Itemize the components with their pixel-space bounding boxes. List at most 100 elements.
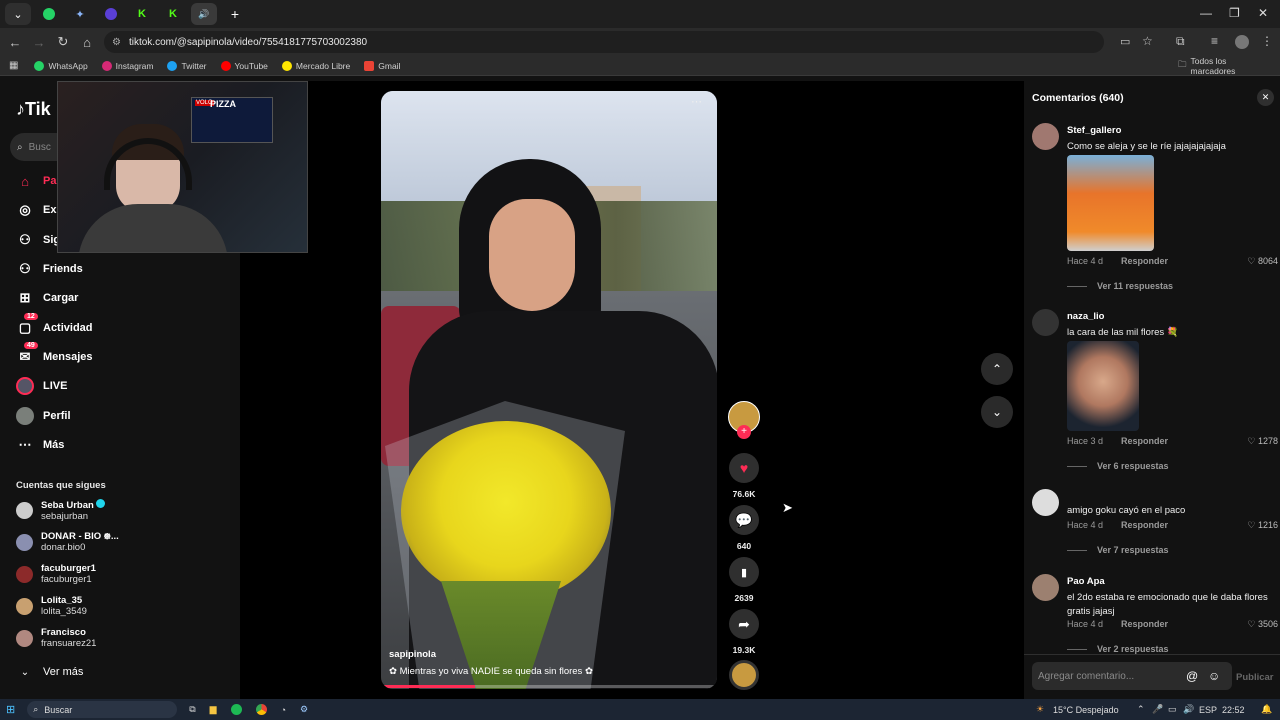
apps-grid-icon[interactable]: ▦ [9,60,18,71]
following-item[interactable]: Francisco fransuarez21 [16,627,96,649]
nav-item-more[interactable]: ⋯ Más [16,436,65,454]
mention-icon[interactable]: @ [1186,669,1198,683]
nav-item-friends[interactable]: ⚇ Friends [16,260,83,278]
comment-user[interactable]: Stef_gallero [1067,125,1121,136]
video-progress-track[interactable] [381,685,717,688]
comment-likes[interactable]: ♡ 1278 [1247,436,1278,447]
comment-likes[interactable]: ♡ 3506 [1247,619,1278,630]
media-control-icon[interactable]: ≡ [1211,34,1218,48]
tab-tiktok-active[interactable]: 🔊 [191,3,217,25]
following-item[interactable]: Lolita_35 lolita_3549 [16,595,87,617]
next-video-button[interactable]: ⌄ [981,396,1013,428]
video-player[interactable]: ⋯ sapipinola ✿ Mientras yo viva NADIE se… [381,91,717,689]
tab-whatsapp[interactable] [36,3,62,25]
all-bookmarks-folder[interactable]: 🗀 Todos los marcadores [1178,56,1266,76]
reload-icon[interactable]: ↻ [51,34,75,50]
bookmark-star-icon[interactable]: ☆ [1142,34,1153,48]
sound-avatar-button[interactable] [726,660,762,690]
comment-input[interactable]: Agregar comentario... @ ☺ [1032,662,1232,690]
bookmark-gmail[interactable]: Gmail [364,60,400,71]
forward-icon[interactable]: → [27,35,51,50]
windows-start-icon[interactable]: ⊞ [6,703,15,716]
close-comments-button[interactable]: ✕ [1257,89,1274,106]
url-field[interactable]: ⚙ tiktok.com/@sapipinola/video/755418177… [104,31,1104,53]
view-replies-button[interactable]: Ver 7 respuestas [1067,545,1169,555]
comment-button[interactable]: 💬 640 [726,505,762,551]
microphone-icon[interactable]: 🎤 [1152,704,1163,715]
volume-icon[interactable]: 🔊 [1183,704,1194,715]
minimize-icon[interactable]: — [1200,6,1212,20]
nav-item-live[interactable]: LIVE [16,377,67,395]
tab-kick-2[interactable]: K [160,3,186,25]
previous-video-button[interactable]: ⌃ [981,353,1013,385]
restore-icon[interactable]: ❐ [1229,6,1240,20]
follow-plus-icon[interactable]: + [737,425,751,439]
back-icon[interactable]: ← [3,35,27,50]
view-replies-button[interactable]: Ver 2 respuestas [1067,644,1169,654]
notification-icon[interactable]: 🔔 [1261,704,1272,715]
avatar[interactable] [1032,574,1059,601]
file-explorer-icon[interactable]: ▆ [210,704,217,715]
save-button[interactable]: ▮ 2639 [726,557,762,603]
nav-item-home[interactable]: ⌂ Pa [16,172,56,190]
bookmark-twitter[interactable]: Twitter [167,60,207,71]
emoji-icon[interactable]: ☺ [1208,669,1220,683]
following-item[interactable]: facuburger1 facuburger1 [16,563,96,585]
view-replies-button[interactable]: Ver 11 respuestas [1067,281,1173,291]
reply-button[interactable]: Responder [1121,619,1168,629]
obs-icon[interactable]: ◔ [281,705,286,715]
close-window-icon[interactable]: ✕ [1258,6,1268,20]
following-item[interactable]: DONAR - BIO ᪥... donar.bio0 [16,531,119,553]
publish-button[interactable]: Publicar [1236,672,1274,683]
nav-item-following[interactable]: ⚇ Sig [16,231,60,249]
nav-item-profile[interactable]: Perfil [16,407,71,425]
task-view-icon[interactable]: ⧉ [189,704,195,715]
see-more-button[interactable]: ⌄ Ver más [16,663,84,681]
avatar[interactable] [1032,123,1059,150]
taskbar-search[interactable]: ⌕ Buscar [27,701,178,718]
tray-chevron-icon[interactable]: ⌃ [1137,704,1145,715]
tab-gemini[interactable]: ✦ [67,3,93,25]
nav-item-activity[interactable]: ▢ 12 Actividad [16,313,93,337]
tab-kick-1[interactable]: K [129,3,155,25]
comment-user[interactable]: Pao Apa [1067,576,1105,587]
comment-image[interactable] [1067,341,1139,431]
view-replies-button[interactable]: Ver 6 respuestas [1067,461,1169,471]
reply-button[interactable]: Responder [1121,256,1168,266]
video-author[interactable]: sapipinola [389,649,436,660]
home-button-icon[interactable]: ⌂ [75,35,99,50]
cast-icon[interactable]: ▭ [1120,35,1130,48]
new-tab-button[interactable]: + [222,3,248,25]
spotify-icon[interactable] [230,704,242,715]
like-button[interactable]: ♥ 76.6K [726,453,762,499]
reply-button[interactable]: Responder [1121,520,1168,530]
comment-image[interactable] [1067,155,1154,251]
share-button[interactable]: ➦ 19.3K [726,609,762,655]
bookmark-mercadolibre[interactable]: Mercado Libre [281,60,350,71]
avatar[interactable] [1032,309,1059,336]
comment-likes[interactable]: ♡ 8064 [1247,256,1278,267]
clock[interactable]: 22:52 [1222,705,1245,715]
profile-avatar[interactable] [1235,35,1249,49]
comment-likes[interactable]: ♡ 1216 [1247,520,1278,531]
video-more-icon[interactable]: ⋯ [691,95,702,108]
extensions-icon[interactable]: ⧉ [1176,34,1185,49]
reply-button[interactable]: Responder [1121,436,1168,446]
weather-text[interactable]: 15°C Despejado [1053,705,1119,715]
site-info-icon[interactable]: ⚙ [112,37,121,48]
tab-discord[interactable] [98,3,124,25]
bookmark-youtube[interactable]: YouTube [220,60,268,71]
language-indicator[interactable]: ESP [1199,705,1217,715]
nav-item-upload[interactable]: ⊞ Cargar [16,289,79,307]
bookmark-instagram[interactable]: Instagram [101,60,153,71]
avatar[interactable] [1032,489,1059,516]
bookmark-whatsapp[interactable]: WhatsApp [34,60,88,71]
following-item[interactable]: Seba Urban sebajurban [16,499,106,522]
tab-search-button[interactable]: ⌄ [5,3,31,25]
steam-icon[interactable]: ⚙ [300,704,308,715]
browser-menu-icon[interactable]: ⋮ [1261,34,1273,48]
tiktok-logo[interactable]: ♪Tik [16,99,51,120]
comment-user[interactable]: naza_lio [1067,311,1105,322]
chrome-icon[interactable] [255,704,267,715]
nav-item-messages[interactable]: ✉ 49 Mensajes [16,342,93,366]
